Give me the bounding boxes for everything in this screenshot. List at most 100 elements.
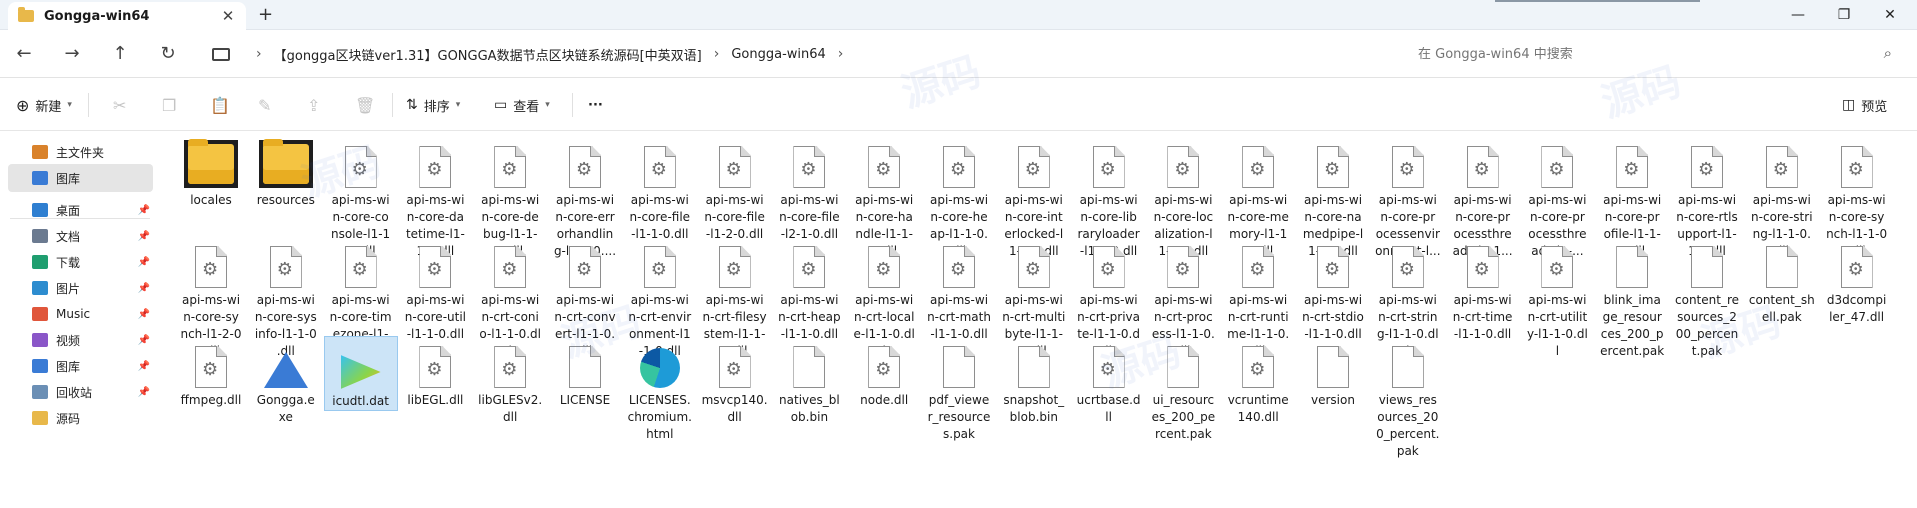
file-item[interactable]: ⚙ node.dll: [847, 336, 921, 409]
file-item[interactable]: ⚙ libGLESv2. dll: [473, 336, 547, 426]
file-name: content_sh ell.pak: [1748, 293, 1815, 324]
new-button[interactable]: ⊕ 新建 ▾: [16, 93, 72, 117]
blank-file-icon: [1616, 246, 1649, 288]
file-item[interactable]: LICENSE: [548, 336, 622, 409]
sidebar-item-label: 图库: [56, 359, 81, 374]
sidebar-item-documents[interactable]: 文档 📌: [0, 222, 158, 250]
sidebar-item-videos[interactable]: 视频 📌: [0, 326, 158, 354]
this-pc-icon[interactable]: [212, 47, 230, 61]
file-item[interactable]: blink_ima ge_resour ces_200_p ercent.pak: [1595, 236, 1669, 360]
toolbar-divider: [572, 93, 573, 117]
tab-close-icon[interactable]: ✕: [220, 7, 236, 25]
file-item[interactable]: ⚙ api-ms-wi n-core-file -l1-1-0.dll: [623, 136, 697, 243]
gear-icon: ⚙: [1099, 259, 1116, 280]
back-button[interactable]: ←: [12, 43, 36, 64]
close-window-button[interactable]: ✕: [1867, 2, 1913, 28]
refresh-button[interactable]: ↻: [156, 43, 180, 64]
file-item[interactable]: snapshot_ blob.bin: [997, 336, 1071, 426]
view-button[interactable]: ▭ 查看 ▾: [494, 93, 550, 117]
file-item[interactable]: ⚙ api-ms-wi n-core-util -l1-1-0.dll: [398, 236, 472, 343]
file-icon-wrap: [1146, 336, 1220, 388]
file-item[interactable]: ⚙ libEGL.dll: [398, 336, 472, 409]
preview-pane-button[interactable]: ◫ 预览: [1842, 93, 1887, 117]
file-item[interactable]: LICENSES. chromium. html: [623, 336, 697, 443]
file-item[interactable]: content_sh ell.pak: [1745, 236, 1819, 326]
file-item[interactable]: icudtl.dat: [323, 336, 398, 411]
up-button[interactable]: ↑: [108, 43, 132, 64]
file-item[interactable]: ⚙ api-ms-wi n-core-file -l1-2-0.dll: [698, 136, 772, 243]
file-item[interactable]: ⚙ ucrtbase.d ll: [1072, 336, 1146, 426]
file-icon-wrap: ⚙: [997, 136, 1071, 188]
pin-icon: 📌: [137, 256, 150, 268]
file-item[interactable]: ⚙ msvcp140. dll: [698, 336, 772, 426]
breadcrumb-item-parent[interactable]: 【gongga区块链ver1.31】GONGGA数据节点区块链系统源码[中英双语…: [274, 45, 702, 64]
file-item[interactable]: natives_bl ob.bin: [772, 336, 846, 426]
file-item[interactable]: ⚙ api-ms-wi n-crt-time -l1-1-0.dll: [1446, 236, 1520, 343]
sidebar-item-music[interactable]: Music 📌: [0, 300, 158, 328]
sidebar-item-desktop[interactable]: 桌面 📌: [0, 196, 158, 224]
gear-icon: ⚙: [725, 359, 742, 380]
file-item[interactable]: ⚙ api-ms-wi n-crt-utilit y-l1-1-0.dl l: [1520, 236, 1594, 360]
search-box[interactable]: ⌕: [1400, 38, 1910, 70]
file-item[interactable]: ui_resourc es_200_pe rcent.pak: [1146, 336, 1220, 443]
file-item[interactable]: pdf_viewe r_resource s.pak: [922, 336, 996, 443]
search-input[interactable]: [1418, 46, 1858, 62]
navigation-pane: 主文件夹 图库 桌面 📌 文档 📌 下载 📌 图片 📌 Music 📌 视频 📌 图库 📌 回收站 📌 源码: [0, 132, 158, 508]
copy-icon[interactable]: ❐: [162, 93, 176, 117]
new-tab-button[interactable]: +: [258, 4, 273, 25]
gear-icon: ⚙: [1174, 259, 1191, 280]
file-icon-wrap: ⚙: [548, 236, 622, 288]
chevron-right-icon[interactable]: ›: [714, 46, 720, 62]
blank-file-icon: [1017, 346, 1050, 388]
dll-file-icon: ⚙: [1092, 146, 1125, 188]
file-icon-wrap: ⚙: [174, 236, 248, 288]
file-icon-wrap: ⚙: [324, 136, 398, 188]
file-item[interactable]: resources: [249, 136, 323, 209]
forward-button[interactable]: →: [60, 43, 84, 64]
file-name: content_re sources_2 00_percen t.pak: [1675, 293, 1739, 358]
breadcrumb-item-current[interactable]: Gongga-win64: [731, 47, 825, 62]
more-options-button[interactable]: ···: [588, 93, 603, 117]
file-item[interactable]: ⚙ api-ms-wi n-core-file -l2-1-0.dll: [772, 136, 846, 243]
sidebar-item-pictures[interactable]: 图片 📌: [0, 274, 158, 302]
file-item[interactable]: ⚙ ffmpeg.dll: [174, 336, 248, 409]
chevron-right-icon[interactable]: ›: [838, 46, 844, 62]
sidebar-item-home[interactable]: 主文件夹: [0, 138, 158, 166]
home-icon: [32, 145, 48, 159]
search-icon[interactable]: ⌕: [1884, 44, 1892, 62]
gear-icon: ⚙: [1398, 259, 1415, 280]
sidebar-item-gallery[interactable]: 图库 📌: [0, 352, 158, 380]
command-bar: ⊕ 新建 ▾ ✂ ❐ 📋 ✎ ⇪ 🗑 ⇅ 排序 ▾ ▭ 查看 ▾ ··· ◫ 预…: [0, 79, 1917, 131]
tab-gongga-win64[interactable]: Gongga-win64 ✕: [8, 2, 246, 30]
sidebar-item-folder[interactable]: 源码: [0, 404, 158, 432]
gallery-icon: [32, 171, 48, 185]
dll-file-icon: ⚙: [1242, 346, 1275, 388]
file-item[interactable]: ⚙ vcruntime 140.dll: [1221, 336, 1295, 426]
rename-icon[interactable]: ✎: [258, 93, 271, 117]
file-item[interactable]: ⚙ api-ms-wi n-crt-stdio -l1-1-0.dll: [1296, 236, 1370, 343]
sidebar-item-recycle-bin[interactable]: 回收站 📌: [0, 378, 158, 406]
minimize-button[interactable]: —: [1775, 2, 1821, 28]
share-icon[interactable]: ⇪: [307, 93, 320, 117]
file-item[interactable]: ⚙ api-ms-wi n-crt-math -l1-1-0.dll: [922, 236, 996, 343]
delete-icon[interactable]: 🗑: [355, 93, 375, 117]
sidebar-item-gallery[interactable]: 图库: [8, 164, 153, 192]
dll-file-icon: ⚙: [1017, 246, 1050, 288]
file-item[interactable]: views_res ources_20 0_percent. pak: [1371, 336, 1445, 460]
file-item[interactable]: ⚙ api-ms-wi n-crt-heap -l1-1-0.dll: [772, 236, 846, 343]
sidebar-item-label: 桌面: [56, 203, 81, 218]
file-item[interactable]: ⚙ d3dcompi ler_47.dll: [1820, 236, 1894, 326]
file-item[interactable]: content_re sources_2 00_percen t.pak: [1670, 236, 1744, 360]
sidebar-item-downloads[interactable]: 下载 📌: [0, 248, 158, 276]
paste-icon[interactable]: 📋: [210, 93, 230, 117]
maximize-button[interactable]: ❐: [1821, 2, 1867, 28]
sort-button[interactable]: ⇅ 排序 ▾: [406, 93, 460, 117]
file-item[interactable]: locales: [174, 136, 248, 209]
cut-icon[interactable]: ✂: [113, 93, 126, 117]
file-icon-wrap: ⚙: [847, 136, 921, 188]
breadcrumb[interactable]: › 【gongga区块链ver1.31】GONGGA数据节点区块链系统源码[中英…: [200, 38, 1385, 70]
chevron-right-icon[interactable]: ›: [256, 46, 262, 62]
dll-file-icon: ⚙: [419, 246, 452, 288]
file-item[interactable]: Gongga.e xe: [249, 336, 323, 426]
file-item[interactable]: version: [1296, 336, 1370, 409]
